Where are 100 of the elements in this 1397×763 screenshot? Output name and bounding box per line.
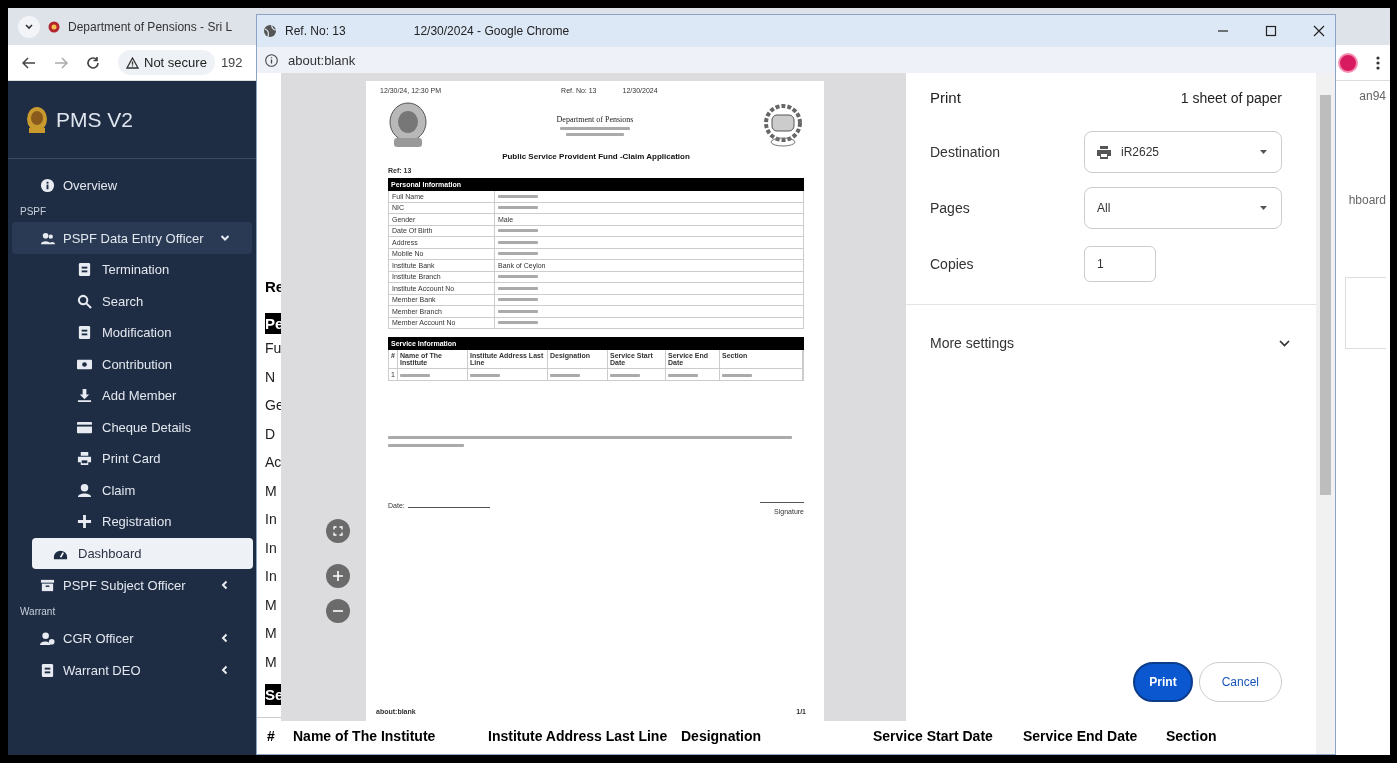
illegible-text-drawing [498, 298, 538, 302]
scrollbar[interactable] [1316, 73, 1335, 754]
table-cell-text: Ac [265, 453, 282, 472]
tab-list-button[interactable] [18, 15, 40, 38]
nav-subitem[interactable]: Search [32, 285, 253, 317]
nav-subitem[interactable]: Contribution [32, 348, 253, 380]
close-icon[interactable] [1313, 25, 1325, 37]
profile-avatar[interactable] [1338, 52, 1358, 73]
chevron-down-icon [24, 21, 34, 32]
plus-icon [332, 570, 344, 582]
field-label: Pages [930, 200, 971, 216]
info-icon [265, 53, 278, 67]
illegible-text-drawing [498, 194, 538, 198]
nav-subitem[interactable]: Registration [32, 506, 253, 538]
column-header: Service End Date [1023, 729, 1139, 743]
nav-subitem[interactable]: Add Member [32, 380, 253, 412]
emblem-icon [26, 105, 48, 134]
script-text-drawing [560, 126, 630, 130]
nav-subitem[interactable]: Claim [32, 474, 253, 506]
input-field[interactable]: 1 [1084, 246, 1156, 282]
illegible-text-drawing [498, 252, 538, 256]
emblem-drawing [388, 102, 428, 148]
nav-subitem[interactable]: Cheque Details [32, 411, 253, 443]
illegible-text-drawing [668, 374, 698, 377]
address-text: about:blank [288, 52, 356, 68]
illegible-text-drawing [470, 374, 500, 377]
plus-icon [77, 514, 92, 530]
more-settings-toggle[interactable]: More settings [906, 304, 1316, 351]
dropdown-arrow-icon [1260, 206, 1267, 210]
chevron-down-icon [1279, 339, 1290, 347]
chevron-left-icon [220, 633, 230, 643]
table-cell-text: M [265, 652, 277, 672]
nav-item[interactable]: Overview [12, 169, 252, 201]
window-title: Ref. No: 13 [285, 24, 346, 38]
page-text-fragment: an94 [1359, 89, 1386, 103]
users-icon [40, 230, 55, 246]
nav-group[interactable]: PSPF Data Entry Officer [12, 222, 252, 254]
fill-in-line [760, 502, 804, 503]
reload-icon[interactable] [86, 55, 100, 70]
column-header: Service Start Date [873, 729, 994, 743]
card-icon [77, 262, 92, 278]
person-icon [77, 482, 92, 498]
fit-page-button[interactable] [326, 519, 350, 543]
menu-icon[interactable] [1376, 55, 1380, 70]
tray-icon [40, 577, 55, 593]
field-label: Copies [930, 256, 975, 272]
card-icon [77, 325, 92, 341]
nav-section-header: PSPF [19, 205, 48, 219]
script-text-drawing [566, 132, 624, 136]
warning-icon [126, 56, 139, 69]
dropdown[interactable]: iR2625 [1084, 131, 1282, 173]
back-icon[interactable] [22, 55, 36, 70]
column-header: Institute Address Last Line [488, 729, 669, 743]
card-icon [40, 662, 55, 678]
printer-icon [77, 451, 92, 467]
nav-subitem[interactable]: Dashboard [32, 537, 253, 569]
download-icon [77, 388, 92, 404]
gear-logo-drawing [762, 103, 804, 147]
column-header: # [267, 729, 276, 743]
nav-group[interactable]: CGR Officer [12, 622, 252, 654]
table-cell-text: N [265, 367, 276, 387]
brand-name: PMS V2 [56, 107, 134, 132]
illegible-text-drawing [610, 374, 640, 377]
zoom-in-button[interactable] [326, 564, 350, 588]
dropdown[interactable]: All [1084, 187, 1282, 229]
cancel-button[interactable]: Cancel [1198, 662, 1282, 702]
forward-icon[interactable] [54, 55, 68, 70]
document-title: Public Service Provident Fund -Claim Application [501, 152, 691, 161]
illegible-text-drawing [498, 309, 538, 313]
field-label: Destination [930, 144, 1002, 160]
illegible-text-drawing [550, 374, 580, 377]
table-cell-text: D [265, 424, 276, 444]
illegible-text-drawing [498, 229, 538, 233]
column-header: Name of The Institute [293, 729, 437, 743]
table-cell-text: In [265, 538, 277, 558]
address-text[interactable]: 192 [220, 55, 243, 70]
table-cell-text: In [265, 567, 277, 586]
chevron-down-icon [220, 233, 230, 243]
print-button[interactable]: Print [1133, 662, 1193, 702]
dropdown-arrow-icon [1260, 150, 1267, 154]
nav-group[interactable]: Warrant DEO [12, 654, 252, 686]
usercog-icon [40, 630, 55, 646]
organization-name: Department of Pensions [556, 114, 634, 124]
maximize-icon[interactable] [1265, 25, 1277, 37]
zoom-out-button[interactable] [326, 599, 350, 623]
nav-subitem[interactable]: Modification [32, 317, 253, 349]
table-cell-text: M [265, 481, 277, 501]
nav-section-header: Warrant [19, 605, 57, 619]
security-chip[interactable]: Not secure [118, 50, 215, 75]
cheque-icon [77, 419, 92, 435]
fit-icon [333, 526, 343, 536]
illegible-text-drawing [498, 275, 538, 279]
printer-icon [1097, 145, 1111, 159]
nav-subitem[interactable]: Print Card [32, 443, 253, 475]
nav-subitem[interactable]: Termination [32, 254, 253, 286]
favicon-icon [48, 20, 60, 33]
illegible-text-drawing [498, 321, 538, 325]
page-text-fragment: hboard [1348, 193, 1386, 207]
nav-group[interactable]: PSPF Subject Officer [12, 569, 252, 601]
table-cell-text: In [265, 510, 277, 529]
